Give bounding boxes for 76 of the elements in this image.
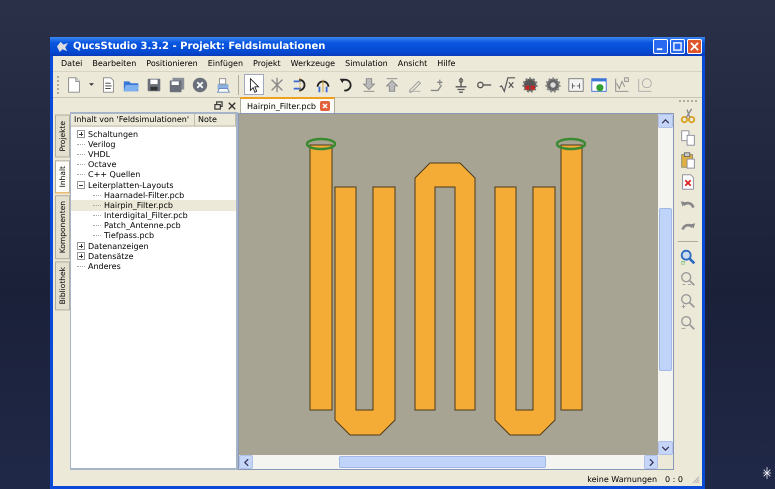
scroll-right-button[interactable] <box>644 455 658 469</box>
column-header[interactable]: Inhalt von 'Feldsimulationen' <box>71 114 195 127</box>
menu-item[interactable]: Werkzeuge <box>290 59 336 68</box>
port-marker <box>306 138 336 150</box>
gear-icon <box>544 76 562 94</box>
float-icon[interactable] <box>214 101 223 110</box>
tree-item[interactable]: Anderes <box>71 261 236 272</box>
maximize-button[interactable] <box>670 39 685 54</box>
menu-item[interactable]: Datei <box>61 59 82 68</box>
window-title: QucsStudio 3.3.2 - Projekt: Feldsimulationen <box>73 41 326 52</box>
circle-marker-icon <box>636 76 654 94</box>
tree-item[interactable]: Hairpin_Filter.pcb <box>71 200 236 210</box>
layout-canvas[interactable] <box>239 114 658 455</box>
printer-icon <box>214 76 232 94</box>
toolbar-button[interactable] <box>497 74 517 95</box>
expander-icon[interactable] <box>77 252 85 260</box>
close-icon <box>690 42 699 51</box>
diagram-window-icon <box>567 76 585 94</box>
close-icon <box>191 76 209 94</box>
close-icon[interactable] <box>228 102 236 110</box>
up-arrow-icon <box>383 76 401 94</box>
tree-item[interactable]: Interdigital_Filter.pcb <box>71 210 236 221</box>
zoom-icon[interactable] <box>679 248 697 266</box>
toolbar-button[interactable] <box>244 74 264 95</box>
scroll-thumb[interactable] <box>339 456 546 468</box>
scroll-thumb[interactable] <box>659 208 672 371</box>
menu-item[interactable]: Positionieren <box>146 59 198 68</box>
menu-item[interactable]: Simulation <box>345 59 388 68</box>
delete-document-icon[interactable] <box>679 173 697 191</box>
expander-icon[interactable] <box>77 181 85 190</box>
menu-item[interactable]: Bearbeiten <box>92 59 136 68</box>
scrollbar-corner <box>658 455 673 469</box>
copy-icon[interactable] <box>679 129 697 147</box>
tree-item[interactable]: Leiterplatten-Layouts <box>71 180 236 190</box>
menu-item[interactable]: Einfügen <box>208 59 244 68</box>
status-message: keine Warnungen <box>587 475 658 484</box>
tree-item[interactable]: Haarnadel-Filter.pcb <box>71 190 236 200</box>
scroll-down-button[interactable] <box>658 441 673 455</box>
column-header[interactable]: Note <box>195 114 236 127</box>
maximize-icon <box>673 42 682 51</box>
square-root-icon <box>498 76 516 94</box>
disks-icon <box>168 76 186 94</box>
caret-icon <box>88 83 94 86</box>
close-button[interactable] <box>687 39 702 54</box>
scroll-left-button[interactable] <box>239 455 253 469</box>
tree-item[interactable]: Datenanzeigen <box>71 241 236 252</box>
chart-marker-icon <box>613 76 631 94</box>
expander-icon[interactable] <box>77 130 85 138</box>
horizontal-scrollbar[interactable] <box>239 455 673 469</box>
refresh-window-icon <box>590 76 608 94</box>
scissors-icon[interactable] <box>679 107 697 125</box>
tree-item[interactable]: Datensätze <box>71 251 236 262</box>
status-counter: 0 : 0 <box>665 475 683 484</box>
tree-item[interactable]: C++ Quellen <box>71 170 236 180</box>
clipboard-icon[interactable] <box>679 151 697 169</box>
tree-item[interactable]: VHDL <box>71 149 236 160</box>
menu-item[interactable]: Ansicht <box>398 59 428 68</box>
resize-grip-icon[interactable] <box>691 475 700 484</box>
gear-icon <box>521 76 539 94</box>
tree-item[interactable]: Patch_Antenne.pcb <box>71 220 236 231</box>
down-arrow-icon <box>360 76 378 94</box>
menu-item[interactable]: Projekt <box>253 59 281 68</box>
document-tab[interactable]: Hairpin_Filter.pcb <box>240 97 335 113</box>
menu-item[interactable]: Hilfe <box>437 59 456 68</box>
app-icon <box>56 41 69 52</box>
vertical-scrollbar[interactable] <box>658 114 673 455</box>
desktop-icon[interactable] <box>762 466 772 480</box>
new-document-icon <box>65 76 83 94</box>
tree-item[interactable]: Schaltungen <box>71 129 236 140</box>
minimize-button[interactable] <box>653 39 668 54</box>
port-marker <box>556 138 586 150</box>
tree-item[interactable]: Octave <box>71 160 236 170</box>
tree-item[interactable]: Verilog <box>71 139 236 150</box>
scroll-up-button[interactable] <box>658 114 673 128</box>
tree-item[interactable]: Tiefpass.pcb <box>71 230 236 242</box>
expander-icon[interactable] <box>77 242 85 250</box>
